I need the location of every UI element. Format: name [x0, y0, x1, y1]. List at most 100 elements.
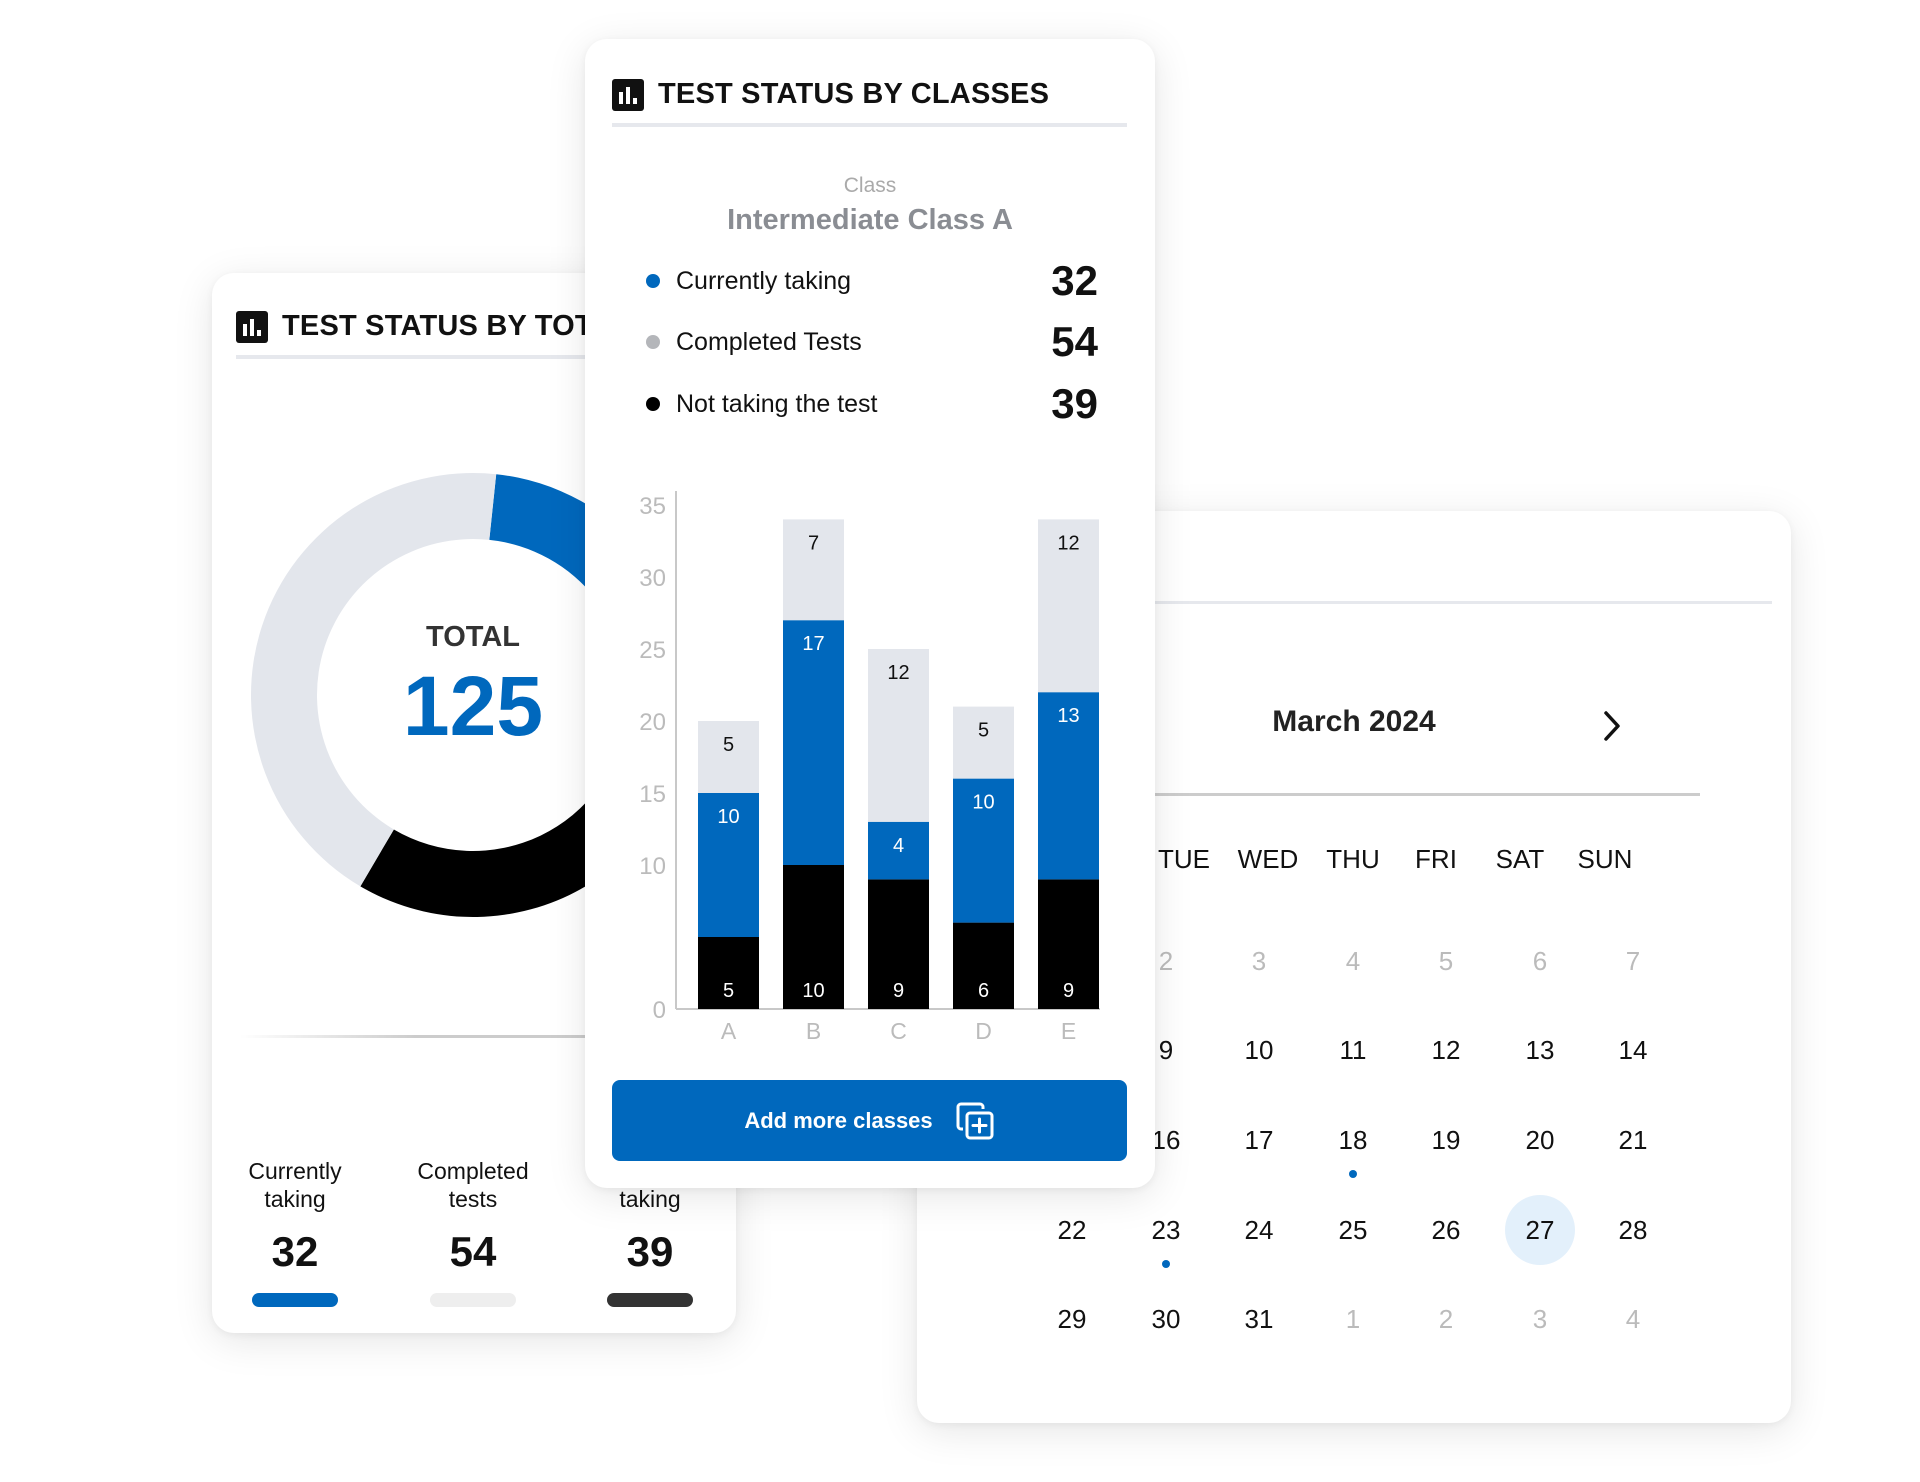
total-value: 125 [402, 659, 544, 753]
day-number: 22 [1057, 1215, 1087, 1245]
calendar-day[interactable]: 10 [1224, 1015, 1294, 1085]
day-number: 3 [1532, 1304, 1548, 1334]
calendar-day[interactable]: 12 [1411, 1015, 1481, 1085]
legend-value: 54 [1051, 318, 1098, 365]
card-header: TEST STATUS BY CLASSES [612, 78, 1049, 111]
calendar-day[interactable]: 5 [1411, 926, 1481, 996]
calendar-day[interactable]: 25 [1318, 1195, 1388, 1265]
calendar-day[interactable]: 3 [1224, 926, 1294, 996]
calendar-day-selected[interactable]: 27 [1505, 1195, 1575, 1265]
day-number: 12 [1431, 1035, 1461, 1065]
weekday-header: FRI [1415, 844, 1457, 874]
stat-label-line2: tests [448, 1186, 498, 1212]
bar-data-label: 10 [717, 806, 739, 828]
legend-label: Currently taking [676, 266, 852, 295]
day-number: 2 [1438, 1304, 1454, 1334]
stat-label: Completed tests [417, 1157, 528, 1213]
calendar-day[interactable]: 26 [1411, 1195, 1481, 1265]
bar-data-label: 12 [887, 662, 909, 684]
bar-data-label: 9 [1063, 980, 1074, 1002]
calendar-day[interactable]: 1 [1318, 1284, 1388, 1354]
bar-segment-currently-B [783, 620, 844, 865]
bar-data-label: 6 [978, 980, 989, 1002]
event-dot-icon [1162, 1260, 1170, 1268]
class-name[interactable]: Intermediate Class A [727, 204, 1013, 237]
stat-label-line1: Currently [248, 1158, 342, 1184]
bar-data-label: 5 [723, 734, 734, 756]
day-number: 31 [1244, 1304, 1274, 1334]
stat-value: 54 [449, 1228, 497, 1275]
legend-dot-icon [646, 335, 660, 349]
x-tick-label: C [890, 1018, 907, 1044]
x-tick-label: A [721, 1018, 737, 1044]
legend-value: 32 [1051, 257, 1098, 304]
month-title: March 2024 [1272, 705, 1436, 738]
calendar-day[interactable]: 21 [1598, 1105, 1668, 1175]
day-number: 25 [1338, 1215, 1368, 1245]
stat-bar [607, 1293, 693, 1307]
weekday-header: THU [1326, 844, 1380, 874]
stacked-bar-chart: 0 10 15 20 25 30 35 5 10 5 A 10 17 7 B 9 4 12 C 6 10 5 D 9 13 12 E [639, 491, 1100, 1044]
calendar-day[interactable]: 23 [1131, 1195, 1201, 1268]
day-number: 18 [1338, 1125, 1368, 1155]
day-number: 3 [1251, 946, 1267, 976]
calendar-day[interactable]: 20 [1505, 1105, 1575, 1175]
day-number: 21 [1618, 1125, 1648, 1155]
day-number: 20 [1525, 1125, 1555, 1155]
day-number: 1 [1345, 1304, 1361, 1334]
calendar-day[interactable]: 24 [1224, 1195, 1294, 1265]
calendar-day[interactable]: 22 [1037, 1195, 1107, 1265]
day-number: 4 [1625, 1304, 1641, 1334]
stat-value: 39 [626, 1228, 674, 1275]
weekday-header: SAT [1495, 844, 1545, 874]
legend-item: Completed Tests 54 [646, 318, 1098, 365]
stat-bar [252, 1293, 338, 1307]
total-label: TOTAL [426, 621, 520, 653]
day-number: 17 [1244, 1125, 1274, 1155]
day-number: 16 [1151, 1125, 1181, 1155]
calendar-day[interactable]: 28 [1598, 1195, 1668, 1265]
bar-data-label: 12 [1057, 532, 1079, 554]
y-tick-label: 30 [639, 565, 666, 592]
calendar-day[interactable]: 30 [1131, 1284, 1201, 1354]
day-number: 5 [1438, 946, 1454, 976]
day-number: 7 [1625, 946, 1641, 976]
legend-item: Not taking the test 39 [646, 380, 1098, 427]
y-tick-label: 15 [639, 781, 666, 808]
legend-dot-icon [646, 397, 660, 411]
calendar-day[interactable]: 17 [1224, 1105, 1294, 1175]
calendar-day[interactable]: 18 [1318, 1105, 1388, 1178]
calendar-day[interactable]: 4 [1318, 926, 1388, 996]
calendar-day[interactable]: 29 [1037, 1284, 1107, 1354]
calendar-day[interactable]: 14 [1598, 1015, 1668, 1085]
day-number: 30 [1151, 1304, 1181, 1334]
stat-label-line1: Completed [417, 1158, 529, 1184]
calendar-day[interactable]: 2 [1411, 1284, 1481, 1354]
legend-value: 39 [1051, 380, 1098, 427]
chevron-right-icon[interactable] [1599, 709, 1625, 743]
day-number: 28 [1618, 1215, 1648, 1245]
day-number: 26 [1431, 1215, 1461, 1245]
class-label: Class [843, 174, 897, 197]
button-label: Add more classes [744, 1107, 933, 1133]
bar-data-label: 10 [802, 980, 824, 1002]
calendar-day[interactable]: 19 [1411, 1105, 1481, 1175]
bar-data-label: 9 [893, 980, 904, 1002]
calendar-day[interactable]: 7 [1598, 926, 1668, 996]
bar-data-label: 4 [893, 835, 904, 857]
calendar-day[interactable]: 11 [1318, 1015, 1388, 1085]
calendar-day[interactable]: 31 [1224, 1284, 1294, 1354]
calendar-day[interactable]: 3 [1505, 1284, 1575, 1354]
calendar-day[interactable]: 6 [1505, 926, 1575, 996]
bar-data-label: 5 [723, 980, 734, 1002]
bar-data-label: 5 [978, 720, 989, 742]
y-tick-label: 35 [639, 493, 666, 520]
copy-plus-icon [956, 1102, 994, 1139]
stat-bar [430, 1293, 516, 1307]
add-more-classes-button[interactable]: Add more classes [612, 1080, 1127, 1161]
bar-segment-completed-A [698, 721, 759, 793]
stat-value: 32 [271, 1228, 319, 1275]
calendar-day[interactable]: 13 [1505, 1015, 1575, 1085]
day-number: 10 [1244, 1035, 1274, 1065]
calendar-day[interactable]: 4 [1598, 1284, 1668, 1354]
